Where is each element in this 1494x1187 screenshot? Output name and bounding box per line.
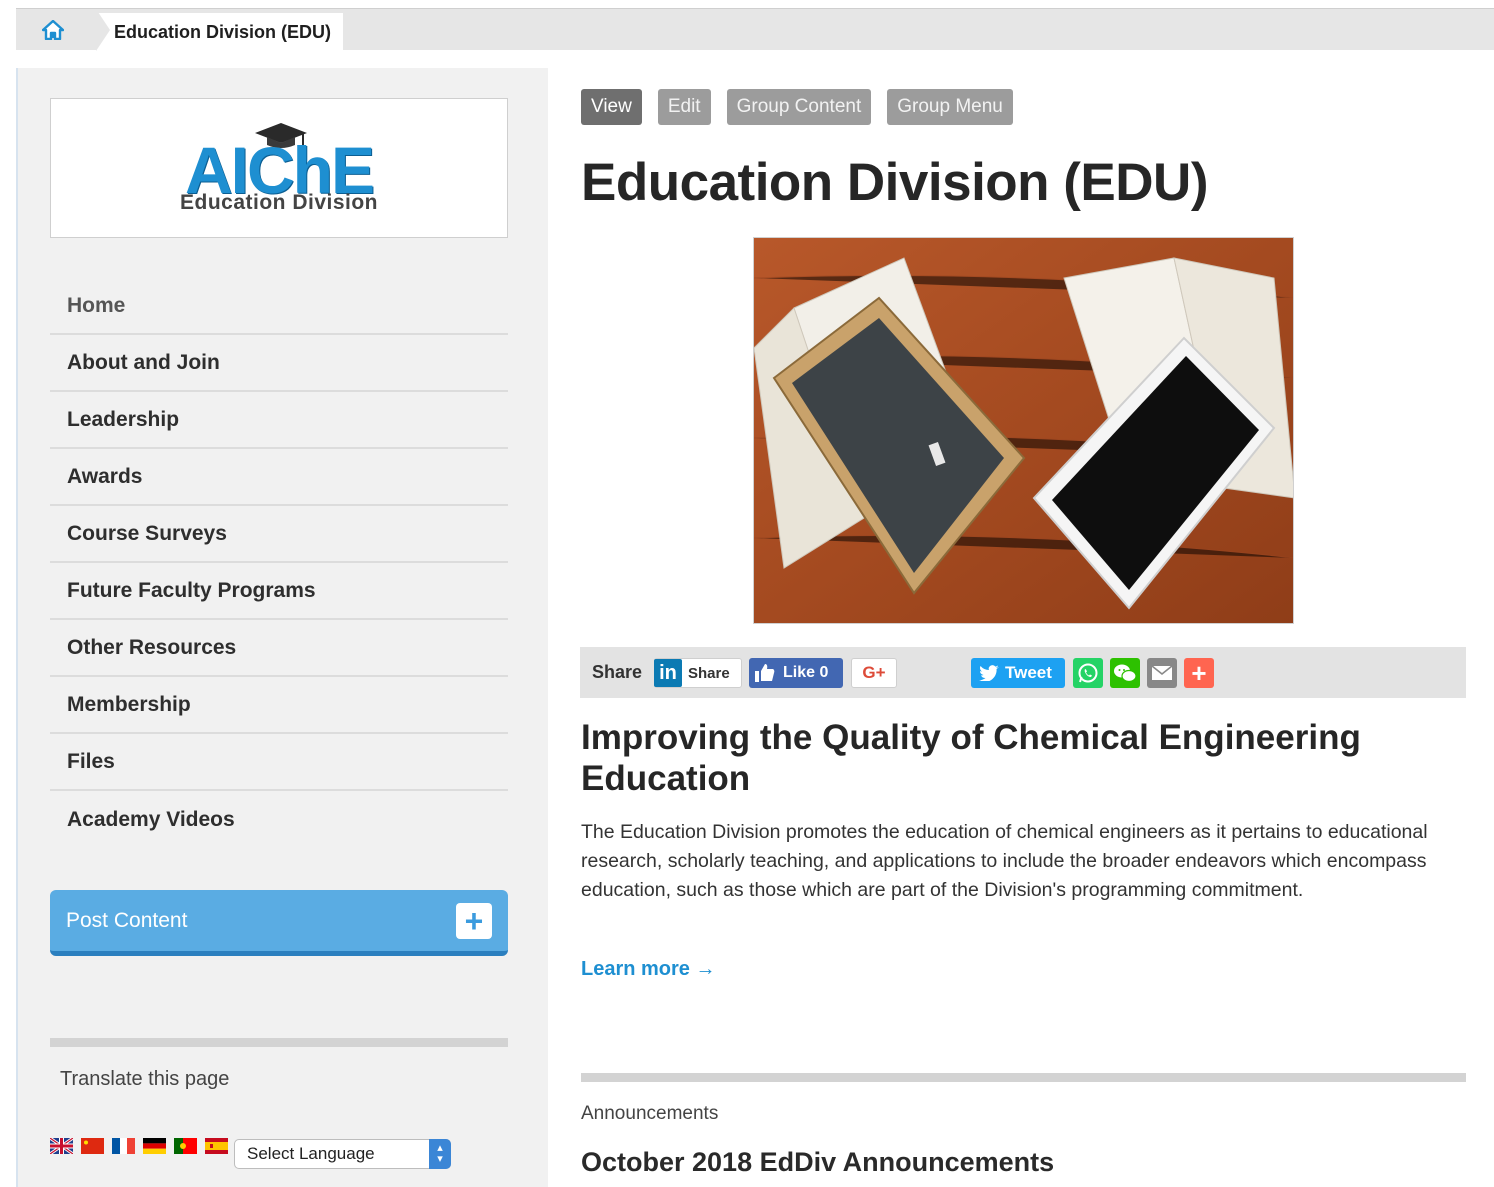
language-select[interactable]: Select Language ▴ ▾ xyxy=(234,1139,451,1169)
select-arrows-icon: ▴ ▾ xyxy=(429,1139,451,1169)
page-title: Education Division (EDU) xyxy=(581,153,1208,212)
sidebar-item-academy-videos[interactable]: Academy Videos xyxy=(50,791,508,848)
sidebar-item-other-resources[interactable]: Other Resources xyxy=(50,620,508,677)
division-logo[interactable]: AIChE Education Division xyxy=(50,98,508,238)
breadcrumb-home[interactable] xyxy=(16,9,110,51)
language-flags xyxy=(50,1138,228,1154)
sidebar-nav: Home About and Join Leadership Awards Co… xyxy=(50,278,508,848)
tab-group-content[interactable]: Group Content xyxy=(726,89,872,125)
tab-edit[interactable]: Edit xyxy=(657,89,711,125)
post-content-button[interactable]: Post Content + xyxy=(50,890,508,956)
sidebar-item-course-surveys[interactable]: Course Surveys xyxy=(50,506,508,563)
admin-tabs: View Edit Group Content Group Menu xyxy=(581,89,1013,125)
sidebar-item-about-and-join[interactable]: About and Join xyxy=(50,335,508,392)
spain-flag-icon[interactable] xyxy=(205,1138,228,1154)
post-content-label: Post Content xyxy=(66,908,188,932)
linkedin-share-button[interactable]: in Share xyxy=(654,658,742,688)
tweet-label: Tweet xyxy=(1005,663,1052,682)
sidebar-item-awards[interactable]: Awards xyxy=(50,449,508,506)
hero-image xyxy=(753,237,1294,624)
google-plus-label: G+ xyxy=(862,663,886,682)
portugal-flag-icon[interactable] xyxy=(174,1138,197,1154)
sidebar-item-membership[interactable]: Membership xyxy=(50,677,508,734)
wechat-share-button[interactable] xyxy=(1110,658,1140,688)
sidebar-item-future-faculty-programs[interactable]: Future Faculty Programs xyxy=(50,563,508,620)
tab-view[interactable]: View xyxy=(581,89,642,125)
intro-paragraph: The Education Division promotes the educ… xyxy=(581,821,1428,901)
learn-more-link[interactable]: Learn more → xyxy=(581,958,715,981)
china-flag-icon[interactable] xyxy=(81,1138,104,1154)
tab-group-menu[interactable]: Group Menu xyxy=(887,89,1013,125)
thumbs-up-icon xyxy=(755,664,775,682)
facebook-like-button[interactable]: Like 0 xyxy=(749,658,843,688)
announcements-label: Announcements xyxy=(581,1103,719,1124)
announcement-title-link[interactable]: October 2018 EdDiv Announcements xyxy=(581,1147,1054,1178)
home-icon xyxy=(42,20,64,40)
google-plus-button[interactable]: G+ xyxy=(851,658,897,688)
envelope-icon xyxy=(1151,665,1173,680)
linkedin-share-label: Share xyxy=(688,664,730,682)
whatsapp-share-button[interactable] xyxy=(1073,658,1103,688)
france-flag-icon[interactable] xyxy=(112,1138,135,1154)
germany-flag-icon[interactable] xyxy=(143,1138,166,1154)
sidebar-divider xyxy=(50,1038,508,1047)
tweet-button[interactable]: Tweet xyxy=(971,658,1065,688)
logo-subtext: Education Division xyxy=(179,191,379,214)
plus-icon: + xyxy=(1191,657,1207,688)
sidebar: AIChE Education Division Home About and … xyxy=(16,68,548,1187)
share-bar: Share in Share Like 0 G+ Tweet + xyxy=(580,647,1466,698)
breadcrumb: Education Division (EDU) xyxy=(16,8,1494,51)
whatsapp-icon xyxy=(1078,663,1098,683)
language-select-value: Select Language xyxy=(247,1144,375,1163)
linkedin-icon: in xyxy=(654,659,682,687)
wechat-icon xyxy=(1114,664,1137,683)
plus-icon: + xyxy=(456,902,492,939)
email-share-button[interactable] xyxy=(1147,658,1177,688)
sidebar-item-home[interactable]: Home xyxy=(50,278,508,335)
sidebar-item-files[interactable]: Files xyxy=(50,734,508,791)
content-divider xyxy=(581,1073,1466,1082)
breadcrumb-current: Education Division (EDU) xyxy=(96,13,344,51)
like-count-label: Like 0 xyxy=(783,664,829,681)
share-label: Share xyxy=(592,662,643,682)
sidebar-item-leadership[interactable]: Leadership xyxy=(50,392,508,449)
twitter-bird-icon xyxy=(979,665,999,681)
books-slate-tablet-illustration xyxy=(754,238,1293,623)
more-share-button[interactable]: + xyxy=(1184,658,1214,688)
section-heading: Improving the Quality of Chemical Engine… xyxy=(581,718,1361,798)
uk-flag-icon[interactable] xyxy=(50,1138,73,1154)
translate-label: Translate this page xyxy=(60,1068,230,1090)
